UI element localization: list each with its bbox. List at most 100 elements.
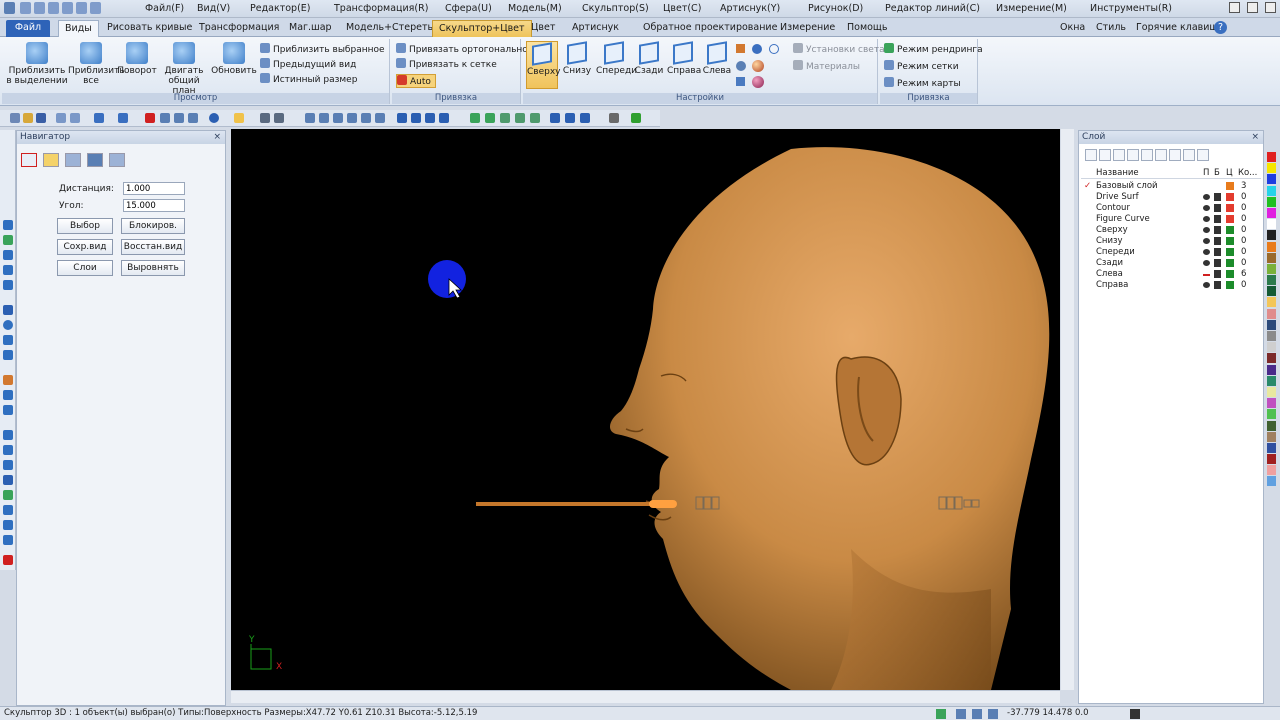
- palette-swatch[interactable]: [1267, 219, 1276, 230]
- menu-transform[interactable]: Трансформация(R): [334, 3, 428, 14]
- restore-view-button[interactable]: Восстан.вид: [121, 239, 185, 255]
- lock-icon[interactable]: [1214, 204, 1221, 212]
- open-icon[interactable]: [23, 113, 33, 123]
- layer-down-icon[interactable]: [1127, 149, 1139, 161]
- arrow-forward-icon[interactable]: [580, 113, 590, 123]
- orbit-icon[interactable]: [411, 113, 421, 123]
- menu-line-editor[interactable]: Редактор линий(C): [885, 3, 980, 14]
- true-size-button[interactable]: Истинный размер: [260, 73, 357, 87]
- tab-file[interactable]: Файл: [6, 20, 50, 37]
- eye-icon[interactable]: [1203, 249, 1210, 255]
- layer-color-swatch[interactable]: [1226, 281, 1234, 289]
- status-osnap-icon[interactable]: [988, 709, 998, 719]
- layer-color-swatch[interactable]: [1226, 204, 1234, 212]
- layer-row[interactable]: Сзади 0: [1081, 258, 1261, 269]
- layer-panel-close-icon[interactable]: ×: [1251, 131, 1259, 144]
- sphere-tool-icon[interactable]: [3, 430, 13, 440]
- layer-filter-icon[interactable]: [1141, 149, 1153, 161]
- edit-curve-icon[interactable]: [3, 250, 13, 260]
- tab-color[interactable]: Цвет: [525, 20, 561, 37]
- palette-swatch[interactable]: [1267, 308, 1276, 319]
- snap-grid-button[interactable]: Привязать к сетке: [396, 58, 497, 72]
- palette-swatch[interactable]: [1267, 252, 1276, 263]
- render-mode-button[interactable]: Режим рендринга: [884, 43, 983, 57]
- layer-color-swatch[interactable]: [1226, 270, 1234, 278]
- nav-pencil-tab-icon[interactable]: [43, 153, 59, 167]
- snap-auto-button[interactable]: Auto: [396, 74, 436, 88]
- hidden-eye-icon[interactable]: [1203, 274, 1210, 276]
- menu-drawing[interactable]: Рисунок(D): [808, 3, 863, 14]
- lock-icon[interactable]: [1214, 237, 1221, 245]
- align-button[interactable]: Выровнять: [121, 260, 185, 276]
- tab-views[interactable]: Виды: [58, 20, 99, 37]
- arrow-back-icon[interactable]: [565, 113, 575, 123]
- palette-swatch[interactable]: [1267, 442, 1276, 453]
- rotate-button[interactable]: Поворот: [116, 41, 158, 76]
- palette-swatch[interactable]: [1267, 431, 1276, 442]
- smooth-tool-icon[interactable]: [3, 520, 13, 530]
- rotate-toolbar-icon[interactable]: [397, 113, 407, 123]
- delete-tool-icon[interactable]: [3, 555, 13, 565]
- palette-swatch[interactable]: [1267, 286, 1276, 297]
- eye-icon[interactable]: [1203, 282, 1210, 288]
- sphere-toolbar-icon[interactable]: [209, 113, 219, 123]
- box-select-icon[interactable]: [234, 113, 244, 123]
- horizontal-scrollbar[interactable]: [231, 690, 1060, 703]
- palette-swatch[interactable]: [1267, 331, 1276, 341]
- col-name[interactable]: Название: [1096, 168, 1139, 178]
- col-color[interactable]: Ц: [1226, 168, 1233, 178]
- layers-button[interactable]: Слои: [57, 260, 113, 276]
- panel-close-icon[interactable]: ×: [213, 131, 221, 144]
- join-tool-icon[interactable]: [3, 535, 13, 545]
- palette-swatch[interactable]: [1267, 454, 1276, 465]
- menu-measure[interactable]: Измерение(M): [996, 3, 1067, 14]
- lock-icon[interactable]: [1214, 215, 1221, 223]
- view-top-button[interactable]: Сверху: [526, 41, 561, 89]
- eye-icon[interactable]: [1203, 205, 1210, 211]
- lock-icon[interactable]: [1214, 281, 1221, 289]
- map-mode-button[interactable]: Режим карты: [884, 77, 961, 91]
- frame-icon[interactable]: [70, 113, 80, 123]
- circle-tool-icon[interactable]: [3, 320, 13, 330]
- undo-icon[interactable]: [76, 2, 87, 14]
- lock-icon[interactable]: [1214, 248, 1221, 256]
- bulb-icon[interactable]: [485, 113, 495, 123]
- eye-icon[interactable]: [1203, 216, 1210, 222]
- angle-input[interactable]: [123, 199, 185, 212]
- menu-tools[interactable]: Инструменты(R): [1090, 3, 1172, 14]
- lock-icon[interactable]: [1214, 259, 1221, 267]
- layer-sort-icon[interactable]: [1197, 149, 1209, 161]
- layer-color-swatch[interactable]: [1226, 248, 1234, 256]
- drive-rod[interactable]: [476, 502, 676, 506]
- palette-swatch[interactable]: [1267, 207, 1276, 218]
- materials-button[interactable]: Материалы: [793, 60, 860, 74]
- palette-swatch[interactable]: [1267, 263, 1276, 274]
- globe-tool-icon[interactable]: [3, 445, 13, 455]
- new-file-icon[interactable]: [20, 2, 31, 14]
- col-visible[interactable]: П: [1203, 168, 1209, 178]
- palette-swatch[interactable]: [1267, 230, 1276, 241]
- zoom-window-icon[interactable]: [305, 113, 315, 123]
- open-file-icon[interactable]: [34, 2, 45, 14]
- layer-new-icon[interactable]: [1085, 149, 1097, 161]
- layer-row[interactable]: Справа 0: [1081, 280, 1261, 291]
- status-snap-icon[interactable]: [956, 709, 966, 719]
- layer-color-swatch[interactable]: [1226, 259, 1234, 267]
- tab-reverse-engineering[interactable]: Обратное проектирование: [637, 20, 783, 37]
- palette-swatch[interactable]: [1267, 409, 1276, 420]
- help-icon[interactable]: ?: [1214, 21, 1227, 34]
- trim-icon[interactable]: [3, 265, 13, 275]
- palette-swatch[interactable]: [1267, 420, 1276, 431]
- material-sphere-icon[interactable]: [752, 60, 764, 72]
- save-icon[interactable]: [48, 2, 59, 14]
- undo-toolbar-icon[interactable]: [94, 113, 104, 123]
- palette-swatch[interactable]: [1267, 375, 1276, 386]
- light-settings-button[interactable]: Установки света: [793, 43, 885, 57]
- layer-row[interactable]: Figure Curve 0: [1081, 214, 1261, 225]
- eye-icon[interactable]: [1203, 238, 1210, 244]
- layer-row[interactable]: Снизу 0: [1081, 236, 1261, 247]
- status-grid-icon[interactable]: [936, 709, 946, 719]
- palette-swatch[interactable]: [1267, 364, 1276, 375]
- scale-tool-icon[interactable]: [3, 405, 13, 415]
- cross-icon[interactable]: [3, 305, 13, 315]
